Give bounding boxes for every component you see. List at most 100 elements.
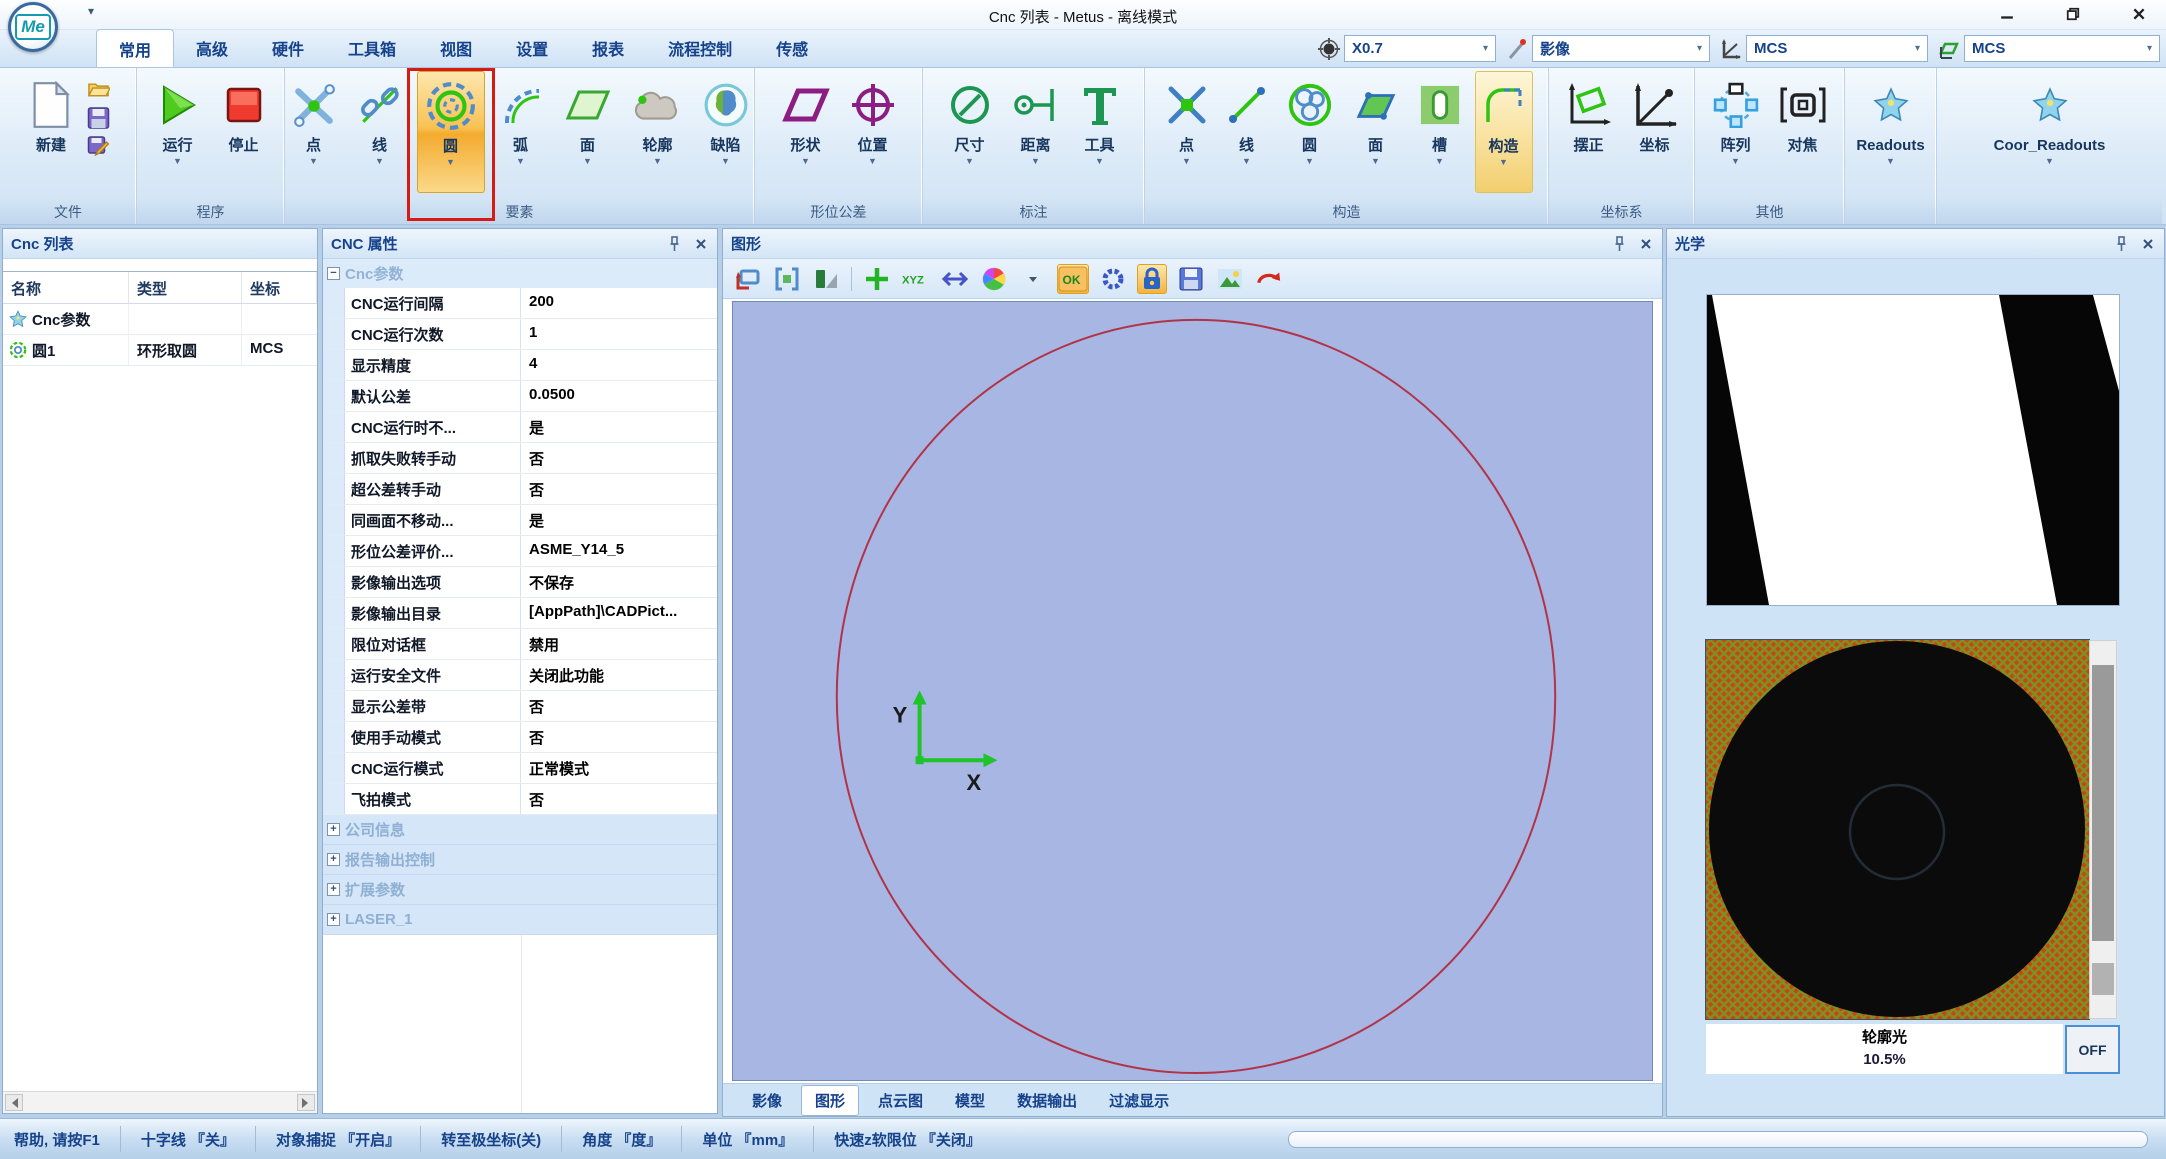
defect-button[interactable]: 缺陷▼ [697,71,755,193]
scroll-right-icon[interactable] [297,1094,315,1111]
expand-icon[interactable]: + [327,823,340,836]
property-row[interactable]: 显示公差带否 [323,691,717,722]
property-value[interactable]: 否 [521,722,717,752]
tab-视图[interactable]: 视图 [418,29,494,67]
property-row[interactable]: 限位对话框禁用 [323,629,717,660]
slot-button[interactable]: 槽▼ [1413,71,1467,193]
property-row[interactable]: 飞拍模式否 [323,784,717,815]
close-icon[interactable] [692,235,709,252]
property-row[interactable]: 使用手动模式否 [323,722,717,753]
property-value[interactable]: ASME_Y14_5 [521,536,717,566]
construct-face-button[interactable]: 面▼ [1347,71,1405,193]
property-value[interactable]: 是 [521,412,717,442]
ok-button[interactable]: OK [1057,264,1089,294]
lock-button[interactable] [1137,264,1167,294]
status-item[interactable]: 快速z软限位 『关闭』 [814,1129,1001,1150]
line-button[interactable]: 线▼ [351,71,409,193]
status-item[interactable]: 帮助, 请按F1 [10,1129,120,1150]
caret-button[interactable] [1018,264,1048,294]
tab-报表[interactable]: 报表 [570,29,646,67]
tab-高级[interactable]: 高级 [174,29,250,67]
collapsed-section-报告输出控制[interactable]: +报告输出控制 [323,845,717,875]
focus-button[interactable]: 对焦 [1773,71,1833,193]
collapsed-section-LASER_1[interactable]: +LASER_1 [323,905,717,935]
property-value[interactable]: 不保存 [521,567,717,597]
column-header-类型[interactable]: 类型 [129,272,242,303]
scene-button[interactable] [1215,264,1245,294]
list-row[interactable]: Cnc参数 [3,304,317,335]
close-icon[interactable] [2139,235,2156,252]
status-item[interactable]: 单位 『mm』 [682,1129,813,1150]
property-row[interactable]: 显示精度4 [323,350,717,381]
measured-circle[interactable] [837,320,1555,1073]
contour-button[interactable]: 轮廓▼ [627,71,689,193]
property-row[interactable]: 同画面不移动...是 [323,505,717,536]
restore-button[interactable] [2058,3,2088,25]
property-row[interactable]: 形位公差评价...ASME_Y14_5 [323,536,717,567]
tab-常用[interactable]: 常用 [96,29,174,67]
view-tab-过滤显示[interactable]: 过滤显示 [1096,1086,1182,1115]
property-value[interactable]: 否 [521,691,717,721]
combo-workplane[interactable]: MCS▾ [1964,35,2160,62]
view-tab-数据输出[interactable]: 数据输出 [1004,1086,1090,1115]
property-row[interactable]: CNC运行间隔200 [323,288,717,319]
view-tab-图形[interactable]: 图形 [801,1085,859,1116]
run-button[interactable]: 运行▼ [149,71,207,193]
column-header-坐标[interactable]: 坐标 [242,272,317,303]
close-button[interactable] [2124,3,2154,25]
expand-icon[interactable]: + [327,883,340,896]
arc-button[interactable]: 弧▼ [493,71,549,193]
combo-probe[interactable]: 影像▾ [1532,35,1710,62]
align-button[interactable]: 摆正 [1560,71,1618,193]
save-view-button[interactable] [1176,264,1206,294]
pin-icon[interactable] [666,235,683,252]
coordinate-button[interactable]: 坐标 [1626,71,1684,193]
point-button[interactable]: 点▼ [285,71,343,193]
face-button[interactable]: 面▼ [557,71,619,193]
circle-button[interactable]: 圆▼ [417,71,485,193]
position-tolerance-button[interactable]: 位置▼ [844,71,902,193]
property-value[interactable]: 否 [521,443,717,473]
expand-icon[interactable]: + [327,853,340,866]
new-button[interactable]: 新建 [25,71,77,193]
property-value[interactable]: 否 [521,474,717,504]
shape-tolerance-button[interactable]: 形状▼ [776,71,836,193]
scrollbar-thumb2[interactable] [2092,963,2114,995]
save-as-button[interactable] [85,134,111,159]
status-item[interactable]: 角度 『度』 [562,1129,681,1150]
property-row[interactable]: CNC运行时不...是 [323,412,717,443]
select-all-button[interactable] [772,264,802,294]
add-point-button[interactable] [862,264,892,294]
property-value[interactable]: 关闭此功能 [521,660,717,690]
save-button[interactable] [85,105,111,130]
status-item[interactable]: 转至极坐标(关) [421,1129,561,1150]
readouts-button[interactable]: Readouts▼ [1850,71,1930,193]
palette-button[interactable] [979,264,1009,294]
cnc-list-hscrollbar[interactable] [3,1091,317,1113]
construct-point-button[interactable]: 点▼ [1161,71,1213,193]
property-row[interactable]: 运行安全文件关闭此功能 [323,660,717,691]
tab-传感[interactable]: 传感 [754,29,830,67]
property-row[interactable]: 默认公差0.0500 [323,381,717,412]
status-item[interactable]: 对象捕捉 『开启』 [256,1129,420,1150]
dimension-button[interactable]: 尺寸▼ [942,71,998,193]
property-value[interactable]: 正常模式 [521,753,717,783]
tab-硬件[interactable]: 硬件 [250,29,326,67]
property-row[interactable]: 影像输出选项不保存 [323,567,717,598]
property-value[interactable]: [AppPath]\CADPict... [521,598,717,628]
ring-light-view[interactable] [1706,640,2089,1019]
expand-icon[interactable]: + [327,913,340,926]
light-off-button[interactable]: OFF [2065,1025,2120,1074]
light-intensity-scrollbar[interactable] [2089,640,2117,1019]
collapse-icon[interactable]: − [327,267,340,280]
tab-流程控制[interactable]: 流程控制 [646,29,754,67]
pan-button[interactable] [940,264,970,294]
xyz-button[interactable]: XYZ [901,264,931,294]
combo-magnification[interactable]: X0.7▾ [1344,35,1496,62]
construct-line-button[interactable]: 线▼ [1221,71,1273,193]
view-tab-点云图[interactable]: 点云图 [865,1086,936,1115]
fit-view-button[interactable] [733,264,763,294]
construct-circle-button[interactable]: 圆▼ [1281,71,1339,193]
distance-button[interactable]: 距离▼ [1006,71,1066,193]
property-value[interactable]: 1 [521,319,717,349]
